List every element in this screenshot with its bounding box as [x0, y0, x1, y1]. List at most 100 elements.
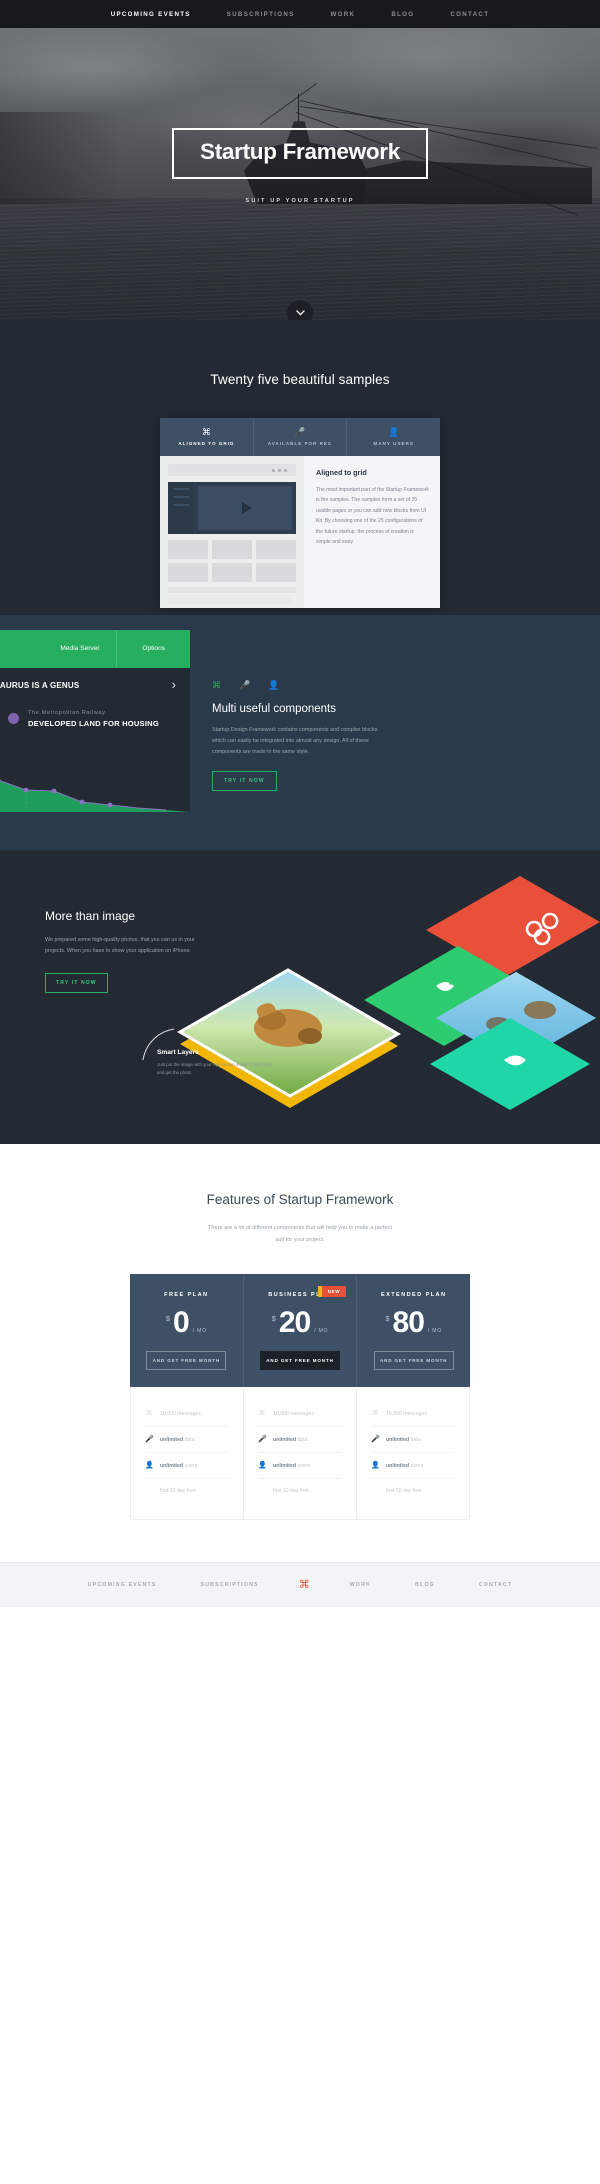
area-chart — [0, 778, 190, 812]
plan-extended: EXTENDED PLAN $ 80 / MO AND GET FREE MON… — [357, 1274, 470, 1387]
microphone-icon: 🎤 — [239, 680, 251, 690]
plan-cta-button-business[interactable]: AND GET FREE MONTH — [260, 1351, 340, 1371]
command-icon: ⌘ — [371, 1410, 379, 1418]
sample-text-panel: Aligned to grid The most important part … — [304, 456, 440, 608]
browser-dot — [284, 468, 287, 472]
feature-strong: unlimited — [386, 1436, 410, 1443]
feature-text: first 10 day free — [273, 1488, 309, 1495]
microphone-icon: 🎤 — [145, 1436, 154, 1444]
article-strip[interactable]: ACOSAURUS IS A GENUS › — [0, 668, 190, 702]
feature-text: first 10 day free — [386, 1488, 422, 1495]
feature-label: users — [410, 1462, 424, 1469]
user-icon: 👤 — [145, 1462, 154, 1470]
smart-layers-heading: Smart Layers — [157, 1049, 199, 1056]
chart-avatar — [8, 713, 19, 724]
preview-tile — [256, 540, 296, 559]
plan-currency: $ — [385, 1314, 390, 1324]
feature-row: 🎤 unlimited data — [371, 1427, 455, 1454]
feature-label: data — [297, 1436, 308, 1443]
chevron-down-icon — [295, 310, 305, 316]
plan-amount: 20 — [278, 1306, 311, 1340]
sample-panel-heading: Aligned to grid — [316, 468, 367, 477]
components-heading: Multi useful components — [212, 703, 337, 715]
new-badge: NEW — [317, 1286, 347, 1298]
feature-row: ⌘ 10,000 messages — [258, 1401, 342, 1428]
hero-title-box: Startup Framework — [172, 128, 428, 179]
features-subtitle-line2: suit for your project. — [275, 1236, 325, 1243]
pricing-table: FREE PLAN $ 0 / MO AND GET FREE MONTH NE… — [130, 1274, 470, 1521]
footer-item-blog[interactable]: BLOG — [393, 1582, 457, 1588]
feature-text: unlimited users — [160, 1463, 197, 1469]
feature-strong: unlimited — [160, 1462, 184, 1469]
sample-panel-body: The most important part of the Startup F… — [316, 487, 429, 546]
hero-subtitle: SUIT UP YOUR STARTUP — [245, 197, 355, 204]
plan-free: FREE PLAN $ 0 / MO AND GET FREE MONTH — [130, 1274, 244, 1388]
nav-item-work[interactable]: WORK — [313, 11, 374, 18]
feature-strong: unlimited — [386, 1462, 410, 1469]
command-icon: ⌘ — [258, 1410, 266, 1418]
feature-label: users — [184, 1462, 198, 1469]
feature-row: 👤 unlimited users — [258, 1453, 342, 1480]
footer-item-contact[interactable]: CONTACT — [457, 1582, 534, 1588]
components-copy: ⌘ 🎤 👤 Multi useful components Startup De… — [190, 615, 600, 850]
chart-title: DEVELOPED LAND FOR HOUSING — [28, 719, 159, 728]
feature-row: 🎤 unlimited data — [258, 1427, 342, 1454]
preview-screen — [198, 486, 292, 530]
green-nav-item-media-server[interactable]: Media Server — [44, 630, 118, 668]
nav-item-contact[interactable]: CONTACT — [432, 11, 507, 18]
components-cta-button[interactable]: TRY IT NOW — [212, 771, 277, 792]
green-nav-item-options[interactable]: Options — [117, 630, 190, 668]
sample-tab-many-users[interactable]: 👤 MANY USERS — [347, 418, 440, 456]
user-icon: 👤 — [268, 680, 280, 690]
footer: UPCOMING EVENTS SUBSCRIPTIONS ⌘ WORK BLO… — [0, 1562, 600, 1608]
sample-tab-available-for-rec[interactable]: 🎤 AVAILABLE FOR REC — [254, 418, 348, 456]
nav-item-subscriptions[interactable]: SUBSCRIPTIONS — [209, 11, 313, 18]
feature-row: first 10 day free — [258, 1479, 342, 1503]
feature-label: users — [297, 1462, 311, 1469]
nav-item-blog[interactable]: BLOG — [373, 11, 432, 18]
sidebar-line — [173, 496, 189, 498]
sample-tab-aligned-to-grid[interactable]: ⌘ ALIGNED TO GRID — [160, 418, 254, 456]
plan-features-extended: ⌘ 10,000 messages 🎤 unlimited data 👤 unl… — [357, 1387, 469, 1519]
scroll-down-button[interactable] — [287, 300, 313, 320]
nav-item-upcoming-events[interactable]: UPCOMING EVENTS — [93, 11, 209, 18]
plan-name: FREE PLAN — [164, 1292, 209, 1299]
feature-text: 10,000 messages — [160, 1410, 201, 1417]
smart-layers-callout: Smart Layers Just put the image with you… — [157, 1049, 277, 1077]
pricing-features: ⌘ 10,000 messages 🎤 unlimited data 👤 unl… — [130, 1387, 470, 1521]
chevron-right-icon[interactable]: › — [172, 677, 176, 692]
plan-cta-button-extended[interactable]: AND GET FREE MONTH — [373, 1351, 454, 1371]
preview-tile — [212, 540, 252, 559]
preview-tile — [256, 563, 296, 582]
plan-cta-button-free[interactable]: AND GET FREE MONTH — [146, 1351, 227, 1371]
command-icon[interactable]: ⌘ — [281, 1579, 328, 1591]
more-cta-button[interactable]: TRY IT NOW — [45, 972, 108, 993]
hero-section: Startup Framework SUIT UP YOUR STARTUP — [0, 28, 600, 320]
microphone-icon: 🎤 — [371, 1436, 380, 1444]
footer-item-upcoming-events[interactable]: UPCOMING EVENTS — [66, 1582, 179, 1588]
smart-layers-body: Just put the image with your App screen … — [157, 1062, 273, 1076]
feature-label: data — [410, 1436, 421, 1443]
browser-dot — [272, 468, 275, 472]
footer-item-work[interactable]: WORK — [328, 1582, 393, 1588]
sample-body: Aligned to grid The most important part … — [160, 456, 440, 608]
plan-amount: 80 — [392, 1306, 425, 1340]
landing-page: UPCOMING EVENTS SUBSCRIPTIONS WORK BLOG … — [0, 0, 600, 1608]
components-section: Media Server Options ACOSAURUS IS A GENU… — [0, 615, 600, 850]
feature-row: 👤 unlimited users — [371, 1453, 455, 1480]
sample-tabs: ⌘ ALIGNED TO GRID 🎤 AVAILABLE FOR REC 👤 … — [160, 418, 440, 456]
feature-strong: unlimited — [160, 1436, 184, 1443]
features-section: Features of Startup Framework There are … — [0, 1144, 600, 1563]
plan-period: / MO — [192, 1328, 207, 1335]
hero-title: Startup Framework — [200, 139, 400, 164]
user-icon: 👤 — [388, 427, 400, 437]
footer-item-subscriptions[interactable]: SUBSCRIPTIONS — [179, 1582, 281, 1588]
pricing-header: FREE PLAN $ 0 / MO AND GET FREE MONTH NE… — [130, 1274, 470, 1388]
preview-tiles — [168, 540, 296, 582]
plan-business: NEW BUSINESS PLAN $ 20 / MO AND GET FREE… — [244, 1274, 358, 1388]
preview-tile — [212, 563, 252, 582]
chart-widget: The Metropolitan Railway DEVELOPED LAND … — [0, 702, 190, 812]
plan-period: / MO — [314, 1328, 329, 1335]
components-body: Startup Design Framework contains compon… — [212, 727, 378, 755]
article-strip-title: ACOSAURUS IS A GENUS — [0, 680, 80, 690]
